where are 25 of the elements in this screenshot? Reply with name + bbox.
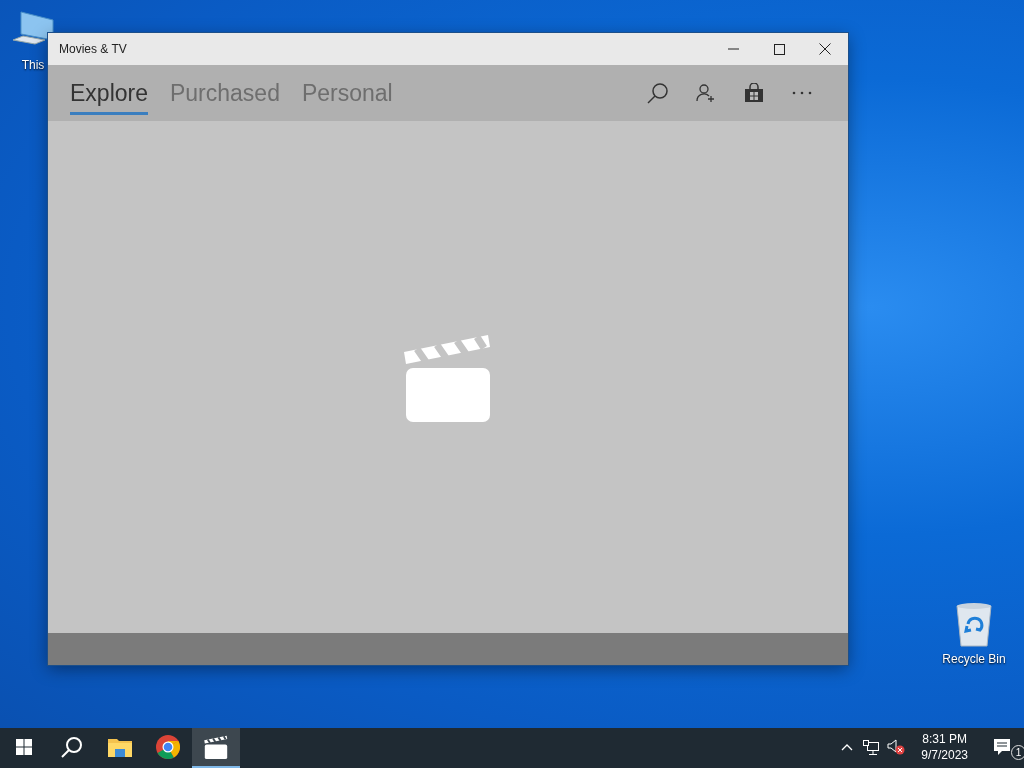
desktop-icon-label[interactable]: This xyxy=(21,56,45,74)
browser-icon xyxy=(156,735,180,759)
clapperboard-icon xyxy=(404,332,492,422)
taskbar-app-button[interactable] xyxy=(192,728,240,768)
clapperboard-icon xyxy=(204,735,228,759)
clock[interactable]: 8:31 PM 9/7/2023 xyxy=(909,728,980,768)
desktop-icon-label[interactable]: Recycle Bin xyxy=(942,650,1006,668)
search-icon xyxy=(61,736,83,758)
search-icon xyxy=(647,82,669,104)
chevron-up-icon xyxy=(841,743,854,751)
minimize-icon xyxy=(727,48,739,50)
folder-icon xyxy=(108,737,132,757)
shopping-bag-icon xyxy=(744,83,764,103)
recycle-bin-icon xyxy=(954,602,994,648)
tab[interactable]: Explore xyxy=(70,70,148,116)
notifications-button[interactable]: 1 xyxy=(980,728,1024,768)
window-title: Movies & TV xyxy=(58,41,128,58)
notification-count: 1 xyxy=(1011,745,1024,760)
message-icon xyxy=(994,739,1010,755)
network-icon xyxy=(863,739,880,755)
add-person-icon xyxy=(696,83,716,103)
windows-icon xyxy=(16,739,32,755)
maximize-icon xyxy=(773,43,785,55)
close-icon xyxy=(819,43,831,55)
more-icon xyxy=(792,91,812,95)
